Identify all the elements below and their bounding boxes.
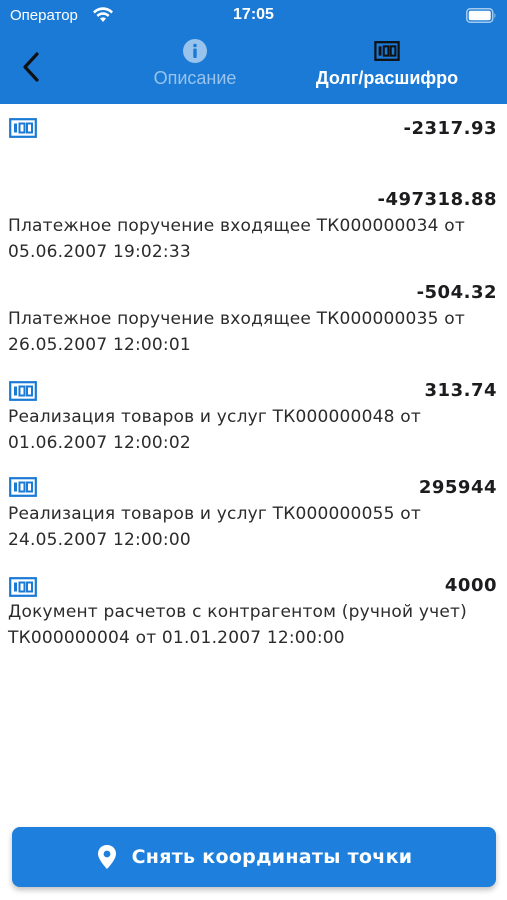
list-item[interactable]: -504.32 Платежное поручение входящее ТК0…: [0, 280, 507, 376]
header: Оператор 17:05 Описание Долг/расшифро: [0, 0, 507, 104]
item-description: Документ расчетов с контрагентом (ручной…: [8, 602, 467, 648]
entries-list: -2317.93 -497318.88 Платежное поручение …: [0, 104, 507, 672]
app-screen: Оператор 17:05 Описание Долг/расшифро -2…: [0, 0, 507, 900]
info-icon: [183, 39, 207, 63]
list-item[interactable]: 4000 Документ расчетов с контрагентом (р…: [0, 572, 507, 672]
table-icon: [9, 477, 37, 497]
item-description: Реализация товаров и услуг ТК000000055 о…: [8, 504, 421, 550]
table-icon: [9, 381, 37, 401]
item-description: Платежное поручение входящее ТК000000035…: [8, 309, 465, 355]
item-amount: -2317.93: [403, 118, 497, 139]
item-amount: 313.74: [424, 380, 497, 401]
tab-debt[interactable]: Долг/расшифро: [310, 38, 464, 100]
status-bar: Оператор 17:05: [0, 0, 507, 34]
battery-icon: [466, 8, 496, 23]
capture-coordinates-button[interactable]: Снять координаты точки: [12, 827, 496, 887]
item-amount: 295944: [418, 477, 497, 498]
map-pin-icon: [97, 845, 116, 869]
table-icon: [374, 41, 400, 61]
item-description: Платежное поручение входящее ТК000000034…: [8, 216, 465, 262]
table-icon: [9, 577, 37, 597]
item-amount: -497318.88: [377, 189, 497, 210]
tab-debt-label: Долг/расшифро: [315, 68, 459, 88]
item-amount: -504.32: [416, 282, 497, 303]
list-item[interactable]: 313.74 Реализация товаров и услуг ТК0000…: [0, 376, 507, 473]
back-button[interactable]: [14, 48, 48, 86]
item-description: Реализация товаров и услуг ТК000000048 о…: [8, 407, 421, 453]
status-time: 17:05: [233, 6, 274, 23]
list-item[interactable]: -2317.93: [0, 104, 507, 186]
tab-description[interactable]: Описание: [147, 38, 243, 100]
item-amount: 4000: [444, 575, 497, 596]
capture-coordinates-label: Снять координаты точки: [131, 846, 413, 868]
tab-description-label: Описание: [153, 68, 237, 88]
list-item[interactable]: -497318.88 Платежное поручение входящее …: [0, 186, 507, 280]
table-icon: [9, 118, 37, 138]
list-item[interactable]: 295944 Реализация товаров и услуг ТК0000…: [0, 473, 507, 572]
chevron-left-icon: [23, 52, 39, 82]
